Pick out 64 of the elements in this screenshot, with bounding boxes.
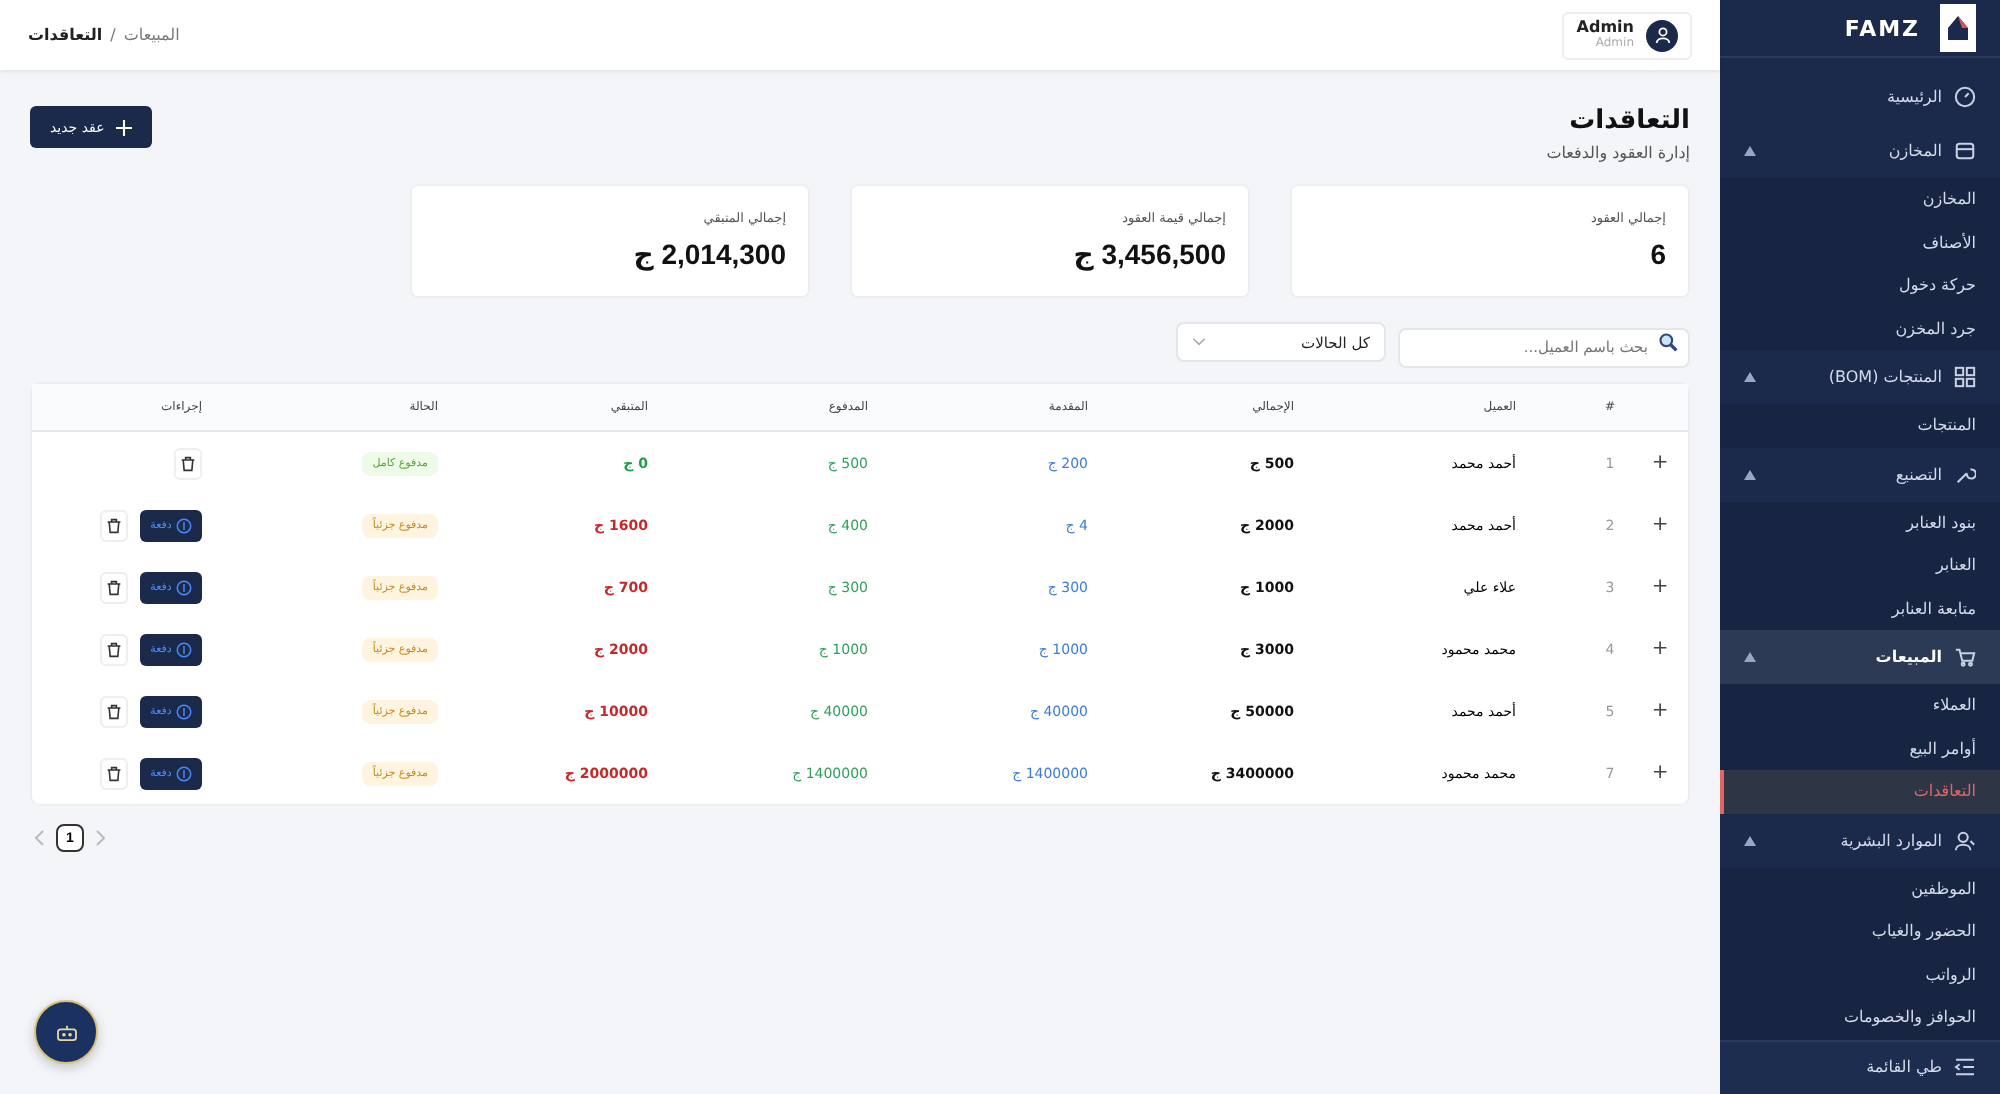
grid-icon xyxy=(1954,366,1976,389)
dashboard-icon xyxy=(1954,86,1976,109)
trash-icon xyxy=(106,517,122,533)
collapse-icon xyxy=(1954,1058,1976,1077)
expand-button[interactable]: + xyxy=(1651,514,1669,536)
delete-button[interactable] xyxy=(100,509,128,541)
stat-value: 2,014,300 ج xyxy=(631,238,786,272)
sidebar-subitem[interactable]: المنتجات xyxy=(1720,404,2000,448)
box-icon xyxy=(1954,140,1976,163)
stat-value: 6 xyxy=(1648,238,1666,270)
sidebar-item[interactable]: الموارد البشرية xyxy=(1720,813,2000,868)
sidebar-subitem[interactable]: الحوافز والخصومات xyxy=(1720,996,2000,1040)
page-title: التعاقدات xyxy=(1567,106,1690,136)
sidebar-subitem[interactable]: حركة دخول xyxy=(1720,264,2000,308)
chevron-right-icon xyxy=(96,830,106,846)
trash-icon xyxy=(106,765,122,781)
sidebar-subitem[interactable]: أوامر البيع xyxy=(1720,727,2000,771)
sidebar-item[interactable]: المنتجات (BOM) xyxy=(1720,350,2000,405)
expand-button[interactable]: + xyxy=(1651,762,1669,784)
robot-icon xyxy=(55,1023,77,1041)
trash-icon xyxy=(106,703,122,719)
expand-button[interactable]: + xyxy=(1651,576,1669,598)
expand-button[interactable]: + xyxy=(1651,452,1669,474)
sidebar-item[interactable]: المبيعات xyxy=(1720,630,2000,685)
sidebar-subitem[interactable]: العنابر xyxy=(1720,544,2000,588)
brand-name: FAMZ xyxy=(1844,15,1920,42)
breadcrumb-link[interactable]: المبيعات xyxy=(123,26,180,44)
sidebar-item[interactable]: المخازن xyxy=(1720,124,2000,179)
collapse-menu-button[interactable]: طي القائمة xyxy=(1720,1039,2000,1094)
plus-icon xyxy=(116,119,133,135)
sidebar-subitem[interactable]: الأصناف xyxy=(1720,221,2000,265)
sidebar-subitem[interactable]: المخازن xyxy=(1720,178,2000,222)
avatar-icon xyxy=(1646,19,1678,51)
sidebar-subitem[interactable]: العملاء xyxy=(1720,684,2000,728)
sidebar-subitem[interactable]: جرد المخزن xyxy=(1720,307,2000,351)
sidebar-subitem[interactable]: بنود العنابر xyxy=(1720,501,2000,545)
delete-button[interactable] xyxy=(100,633,128,665)
user-name: Admin xyxy=(1576,19,1634,37)
expand-button[interactable]: + xyxy=(1651,700,1669,722)
breadcrumb-separator: / xyxy=(110,26,116,44)
delete-button[interactable] xyxy=(174,447,202,479)
search-icon xyxy=(1658,332,1678,352)
trash-icon xyxy=(106,641,122,657)
trash-icon xyxy=(180,455,196,471)
user-icon xyxy=(1954,829,1976,852)
expand-button[interactable]: + xyxy=(1651,638,1669,660)
sidebar-subitem[interactable]: الحضور والغياب xyxy=(1720,910,2000,954)
chatbot-button[interactable] xyxy=(34,1000,98,1064)
page-subtitle: إدارة العقود والدفعات xyxy=(1546,144,1690,162)
chevron-down-icon xyxy=(1192,338,1206,346)
sidebar-subitem[interactable]: الرواتب xyxy=(1720,953,2000,997)
sidebar-item[interactable]: التصنيع xyxy=(1720,447,2000,502)
delete-button[interactable] xyxy=(100,757,128,789)
trash-icon xyxy=(106,579,122,595)
delete-button[interactable] xyxy=(100,571,128,603)
sidebar-subitem[interactable]: التعاقدات xyxy=(1720,770,2000,814)
sidebar-subitem[interactable]: الموظفين xyxy=(1720,867,2000,911)
breadcrumb-current: التعاقدات xyxy=(28,26,103,44)
chevron-left-icon xyxy=(34,830,44,846)
delete-button[interactable] xyxy=(100,695,128,727)
sidebar-item[interactable]: الرئيسية xyxy=(1720,70,2000,125)
sidebar-subitem[interactable]: متابعة العنابر xyxy=(1720,587,2000,631)
cart-icon xyxy=(1954,646,1976,669)
stat-value: 3,456,500 ج xyxy=(1071,238,1226,272)
